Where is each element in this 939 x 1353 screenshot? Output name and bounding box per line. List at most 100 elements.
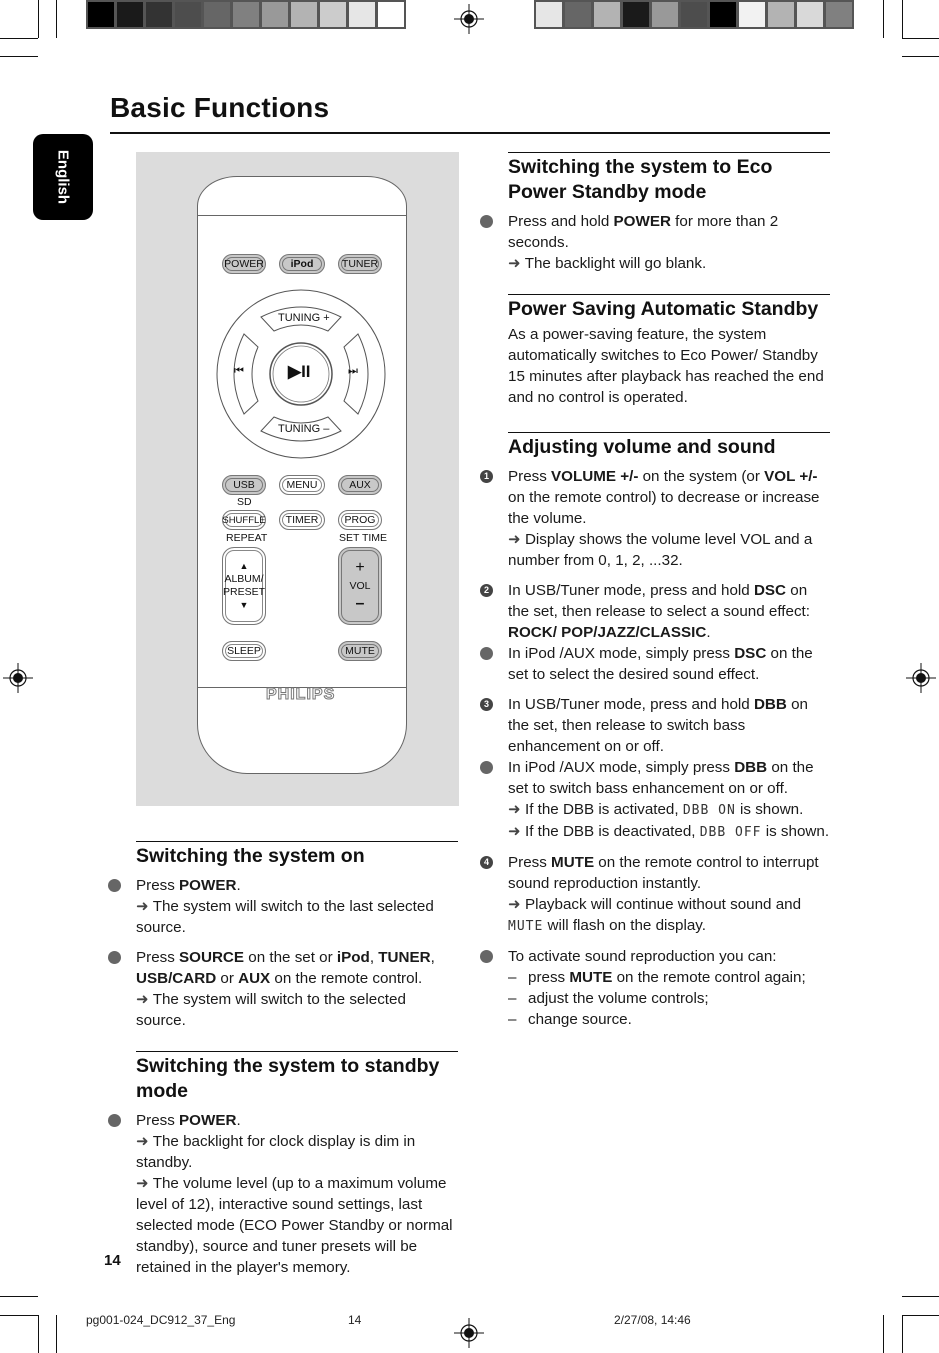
section-rule <box>508 432 830 433</box>
color-swatch <box>710 2 736 27</box>
arrow-icon: ➜ <box>508 801 521 818</box>
registration-mark-icon <box>3 663 33 693</box>
list-item: In iPod /AUX mode, simply press DSC on t… <box>480 643 830 685</box>
color-swatch <box>681 2 707 27</box>
remote-illustration: POWER iPod TUNER TUNING + TUNING – ⏮ ⏭ ▶… <box>136 152 459 806</box>
key-name: MUTE <box>551 854 595 871</box>
color-swatch <box>378 2 404 27</box>
key-name: TUNER <box>378 949 431 966</box>
result-text: will flash on the display. <box>543 917 706 934</box>
remote-prog-button: PROG <box>338 510 382 530</box>
play-pause-icon: ▶II <box>288 362 311 381</box>
arrow-icon: ➜ <box>508 896 521 913</box>
color-swatch <box>175 2 201 27</box>
section-rule <box>508 294 830 295</box>
remote-set-time-label: SET TIME <box>339 532 388 544</box>
text: , <box>430 949 435 966</box>
color-swatch <box>233 2 259 27</box>
album-label: ALBUM/ <box>224 573 264 585</box>
remote-menu-button: MENU <box>279 475 325 495</box>
section-title: Switching the system to Eco Power Standb… <box>508 156 773 203</box>
result-text: is shown. <box>735 801 804 818</box>
color-swatch <box>291 2 317 27</box>
right-column: Switching the system to Eco Power Standb… <box>480 152 830 1039</box>
color-swatch <box>739 2 765 27</box>
color-swatch <box>797 2 823 27</box>
next-icon: ⏭ <box>348 365 358 377</box>
remote-sd-label: SD <box>237 496 252 508</box>
key-name: POWER <box>613 213 671 230</box>
remote-mute-button: MUTE <box>338 641 382 661</box>
lcd-text: MUTE <box>508 919 544 934</box>
step-item: 4 Press MUTE on the remote control to in… <box>480 852 830 937</box>
arrow-icon: ➜ <box>136 1133 149 1150</box>
page-title: Basic Functions <box>110 92 330 123</box>
section-title: Adjusting volume and sound <box>508 436 776 458</box>
lcd-text: DBB OFF <box>699 825 762 840</box>
remote-repeat-label: REPEAT <box>226 532 268 544</box>
section-switching-on: Switching the system on Press POWER. ➜ T… <box>108 841 458 1031</box>
color-swatch <box>204 2 230 27</box>
key-name: USB/CARD <box>136 970 217 987</box>
step-item: 2 In USB/Tuner mode, press and hold DSC … <box>480 580 830 643</box>
title-rule <box>110 132 830 134</box>
color-swatch <box>88 2 114 27</box>
colorbar-right <box>534 0 854 29</box>
remote-timer-button: TIMER <box>279 510 325 530</box>
result-text: If the DBB is activated, <box>524 801 683 818</box>
list-item: In iPod /AUX mode, simply press DBB on t… <box>480 757 830 843</box>
remote-usb-button: USB <box>222 475 266 495</box>
text: press <box>528 969 570 986</box>
arrow-icon: ➜ <box>136 991 149 1008</box>
section-rule <box>136 1051 458 1052</box>
colorbar-left <box>86 0 406 29</box>
arrow-icon: ➜ <box>136 1175 149 1192</box>
color-swatch <box>320 2 346 27</box>
arrow-icon: ➜ <box>136 898 149 915</box>
remote-shuffle-button: SHUFFLE <box>222 510 266 530</box>
section-title: Switching the system on <box>136 845 365 867</box>
key-name: SOURCE <box>179 949 245 966</box>
result-text: is shown. <box>761 823 830 840</box>
text: In USB/Tuner mode, press and hold <box>508 696 754 713</box>
key-name: POWER <box>179 1112 237 1129</box>
arrow-icon: ➜ <box>508 823 521 840</box>
text: , <box>369 949 379 966</box>
text: on the system (or <box>638 468 765 485</box>
result-text: The system will switch to the selected s… <box>136 991 406 1029</box>
slug-filename: pg001-024_DC912_37_Eng <box>86 1313 236 1327</box>
section-title: Power Saving Automatic Standby <box>508 298 819 320</box>
remote-aux-button: AUX <box>338 475 382 495</box>
left-column: Switching the system on Press POWER. ➜ T… <box>108 841 458 1287</box>
paragraph: As a power-saving feature, the system au… <box>508 326 824 406</box>
bullet-icon <box>480 950 493 963</box>
key-name: DBB <box>753 696 787 713</box>
bullet-icon <box>480 215 493 228</box>
list-item: Press POWER. ➜ The system will switch to… <box>108 875 458 938</box>
color-swatch <box>826 2 852 27</box>
remote-sleep-button: SLEEP <box>222 641 266 661</box>
result-text: The backlight for clock display is dim i… <box>136 1133 416 1171</box>
preset-label: PRESET <box>223 586 266 598</box>
step-item: 3 In USB/Tuner mode, press and hold DBB … <box>480 694 830 757</box>
text: on the remote control. <box>270 970 423 987</box>
page-number: 14 <box>104 1252 121 1269</box>
color-swatch <box>623 2 649 27</box>
step-number-icon: 4 <box>480 856 493 869</box>
bullet-icon <box>480 647 493 660</box>
text: Press and hold <box>508 213 614 230</box>
step-item: 1 Press VOLUME +/- on the system (or VOL… <box>480 466 830 571</box>
section-auto-standby: Power Saving Automatic Standby As a powe… <box>508 294 830 408</box>
text: Press <box>508 854 552 871</box>
registration-mark-icon <box>454 4 484 34</box>
color-swatch <box>146 2 172 27</box>
up-arrow-icon: ▲ <box>239 561 249 571</box>
color-swatch <box>768 2 794 27</box>
previous-icon: ⏮ <box>234 365 244 377</box>
text: In iPod /AUX mode, simply press <box>508 759 735 776</box>
key-name: VOLUME +/- <box>551 468 639 485</box>
remote-ipod-button: iPod <box>279 254 325 274</box>
step-number-icon: 1 <box>480 470 493 483</box>
plus-icon: + <box>355 559 365 576</box>
dash-item: change source. <box>508 1009 830 1030</box>
